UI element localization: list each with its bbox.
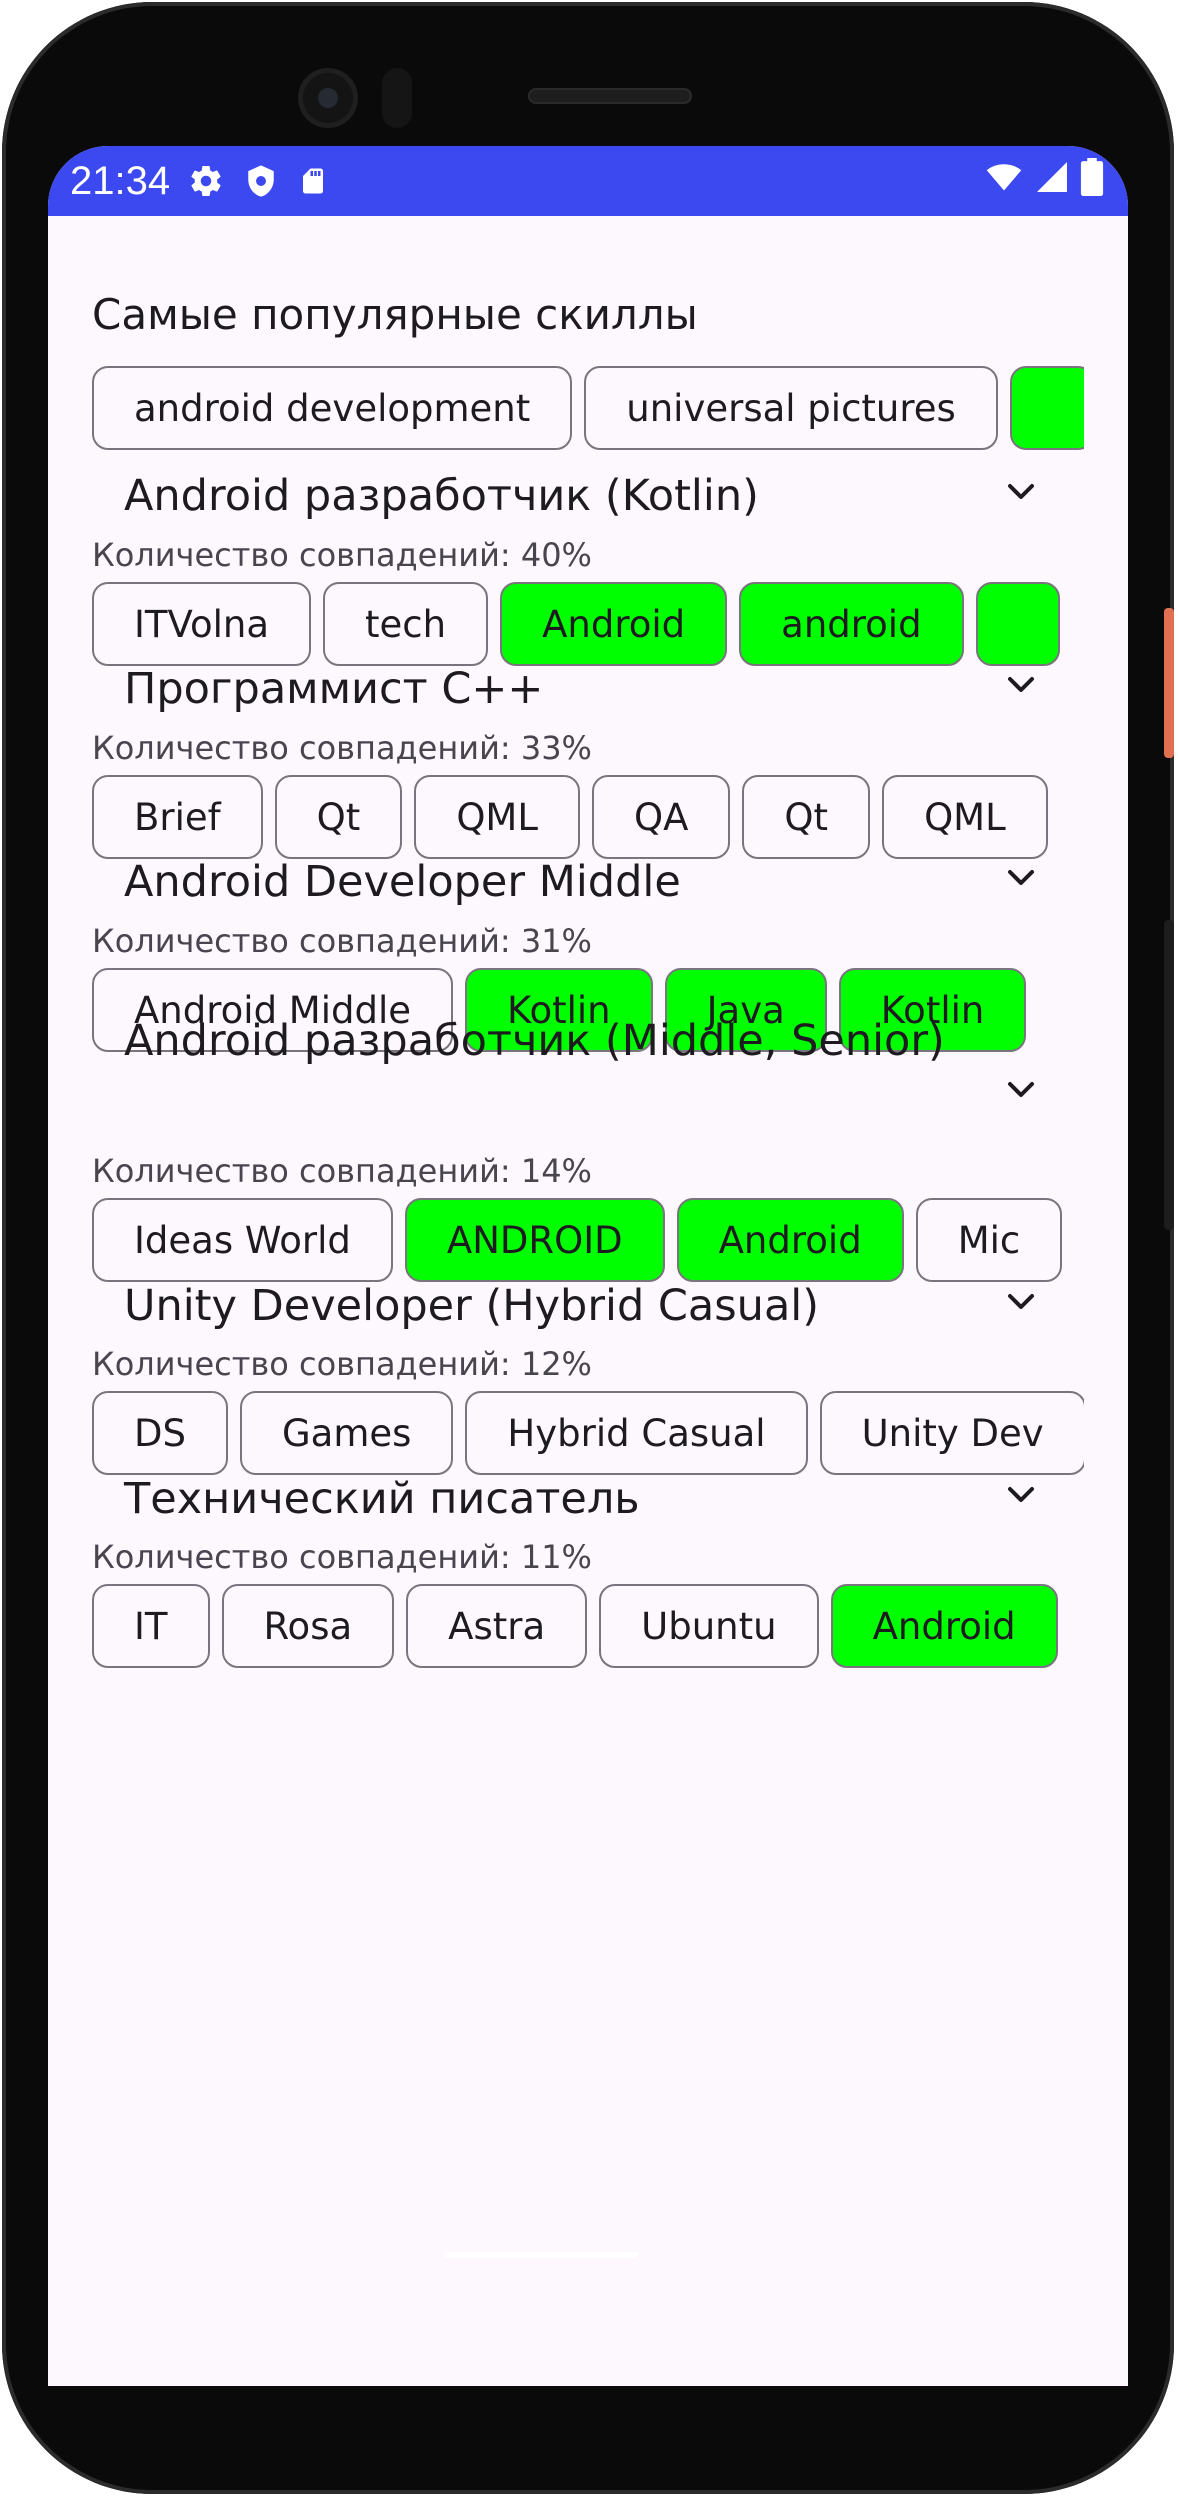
popular-skills-row[interactable]: android development universal pictures [92,366,1084,454]
skill-chip[interactable]: Qt [742,775,871,859]
chevron-down-icon[interactable] [998,469,1044,515]
skill-chip[interactable]: Ideas World [92,1198,393,1282]
skill-chip[interactable]: Android [830,1584,1058,1668]
skill-chip[interactable]: Hybrid Casual [465,1391,808,1475]
match-percentage: Количество совпадений: 40% [92,536,592,574]
skill-chip[interactable]: Rosa [221,1584,395,1668]
home-gesture-handle[interactable] [444,2252,638,2258]
status-bar: 21:34 [48,146,1128,216]
skill-chip[interactable]: ANDROID [404,1198,665,1282]
vacancy-skills-row[interactable]: IT Rosa Astra Ubuntu Android [92,1584,1084,1672]
skill-chip[interactable]: android [739,582,964,666]
battery-icon [1080,157,1104,205]
vacancy-title[interactable]: Android Developer Middle [124,849,984,915]
match-percentage: Количество совпадений: 12% [92,1345,592,1383]
chevron-down-icon[interactable] [998,1279,1044,1325]
gear-icon [188,163,224,199]
shield-icon [244,163,278,199]
front-camera [298,68,358,128]
skill-chip[interactable]: Qt [274,775,403,859]
earpiece-speaker [528,88,692,104]
chevron-down-icon[interactable] [998,855,1044,901]
match-percentage: Количество совпадений: 14% [92,1152,592,1190]
match-percentage: Количество совпадений: 33% [92,729,592,767]
vacancy-title[interactable]: Unity Developer (Hybrid Casual) [124,1273,984,1339]
skill-chip[interactable]: DS [92,1391,228,1475]
skill-chip[interactable]: IT [92,1584,210,1668]
skill-chip[interactable]: Ubuntu [599,1584,819,1668]
skill-chip[interactable]: Games [239,1391,454,1475]
power-button [1164,608,1174,758]
popular-skills-title: Самые популярные скиллы [92,290,698,339]
volume-rocker [1164,920,1174,1230]
chevron-down-icon[interactable] [998,1067,1044,1113]
screen: 21:34 Самые популярные скиллы android de… [48,146,1128,2386]
skill-chip[interactable]: Astra [406,1584,588,1668]
vacancy-title[interactable]: Технический писатель [124,1466,984,1532]
skill-chip[interactable]: Android [500,582,728,666]
skill-chip[interactable]: ITVolna [92,582,311,666]
match-percentage: Количество совпадений: 11% [92,1538,592,1576]
skill-chip[interactable] [975,582,1060,666]
skill-chip[interactable]: QA [591,775,731,859]
match-percentage: Количество совпадений: 31% [92,922,592,960]
skill-chip[interactable]: Android [676,1198,904,1282]
vacancy-title[interactable]: Android разработчик (Kotlin) [124,463,984,529]
vacancy-title[interactable]: Программист C++ [124,656,984,722]
skill-chip[interactable]: Mic [915,1198,1063,1282]
vacancy-list[interactable]: Самые популярные скиллы android developm… [48,216,1128,2346]
skill-chip[interactable]: Unity Dev [819,1391,1084,1475]
skill-chip[interactable]: QML [414,775,580,859]
signal-icon [1034,159,1070,204]
phone-frame: 21:34 Самые популярные скиллы android de… [2,2,1174,2494]
proximity-sensor [382,68,412,128]
chevron-down-icon[interactable] [998,662,1044,708]
skill-chip[interactable]: universal pictures [584,366,998,450]
sd-card-icon [298,163,328,199]
status-time: 21:34 [70,158,171,203]
vacancy-title[interactable]: Android разработчик (Middle, Senior) [124,1008,984,1074]
chevron-down-icon[interactable] [998,1472,1044,1518]
skill-chip[interactable]: Brief [92,775,263,859]
navigation-bar [48,2346,1128,2386]
skill-chip[interactable]: android development [92,366,573,450]
skill-chip[interactable] [1009,366,1084,450]
wifi-icon [984,159,1024,204]
skill-chip[interactable]: QML [882,775,1048,859]
skill-chip[interactable]: tech [323,582,489,666]
